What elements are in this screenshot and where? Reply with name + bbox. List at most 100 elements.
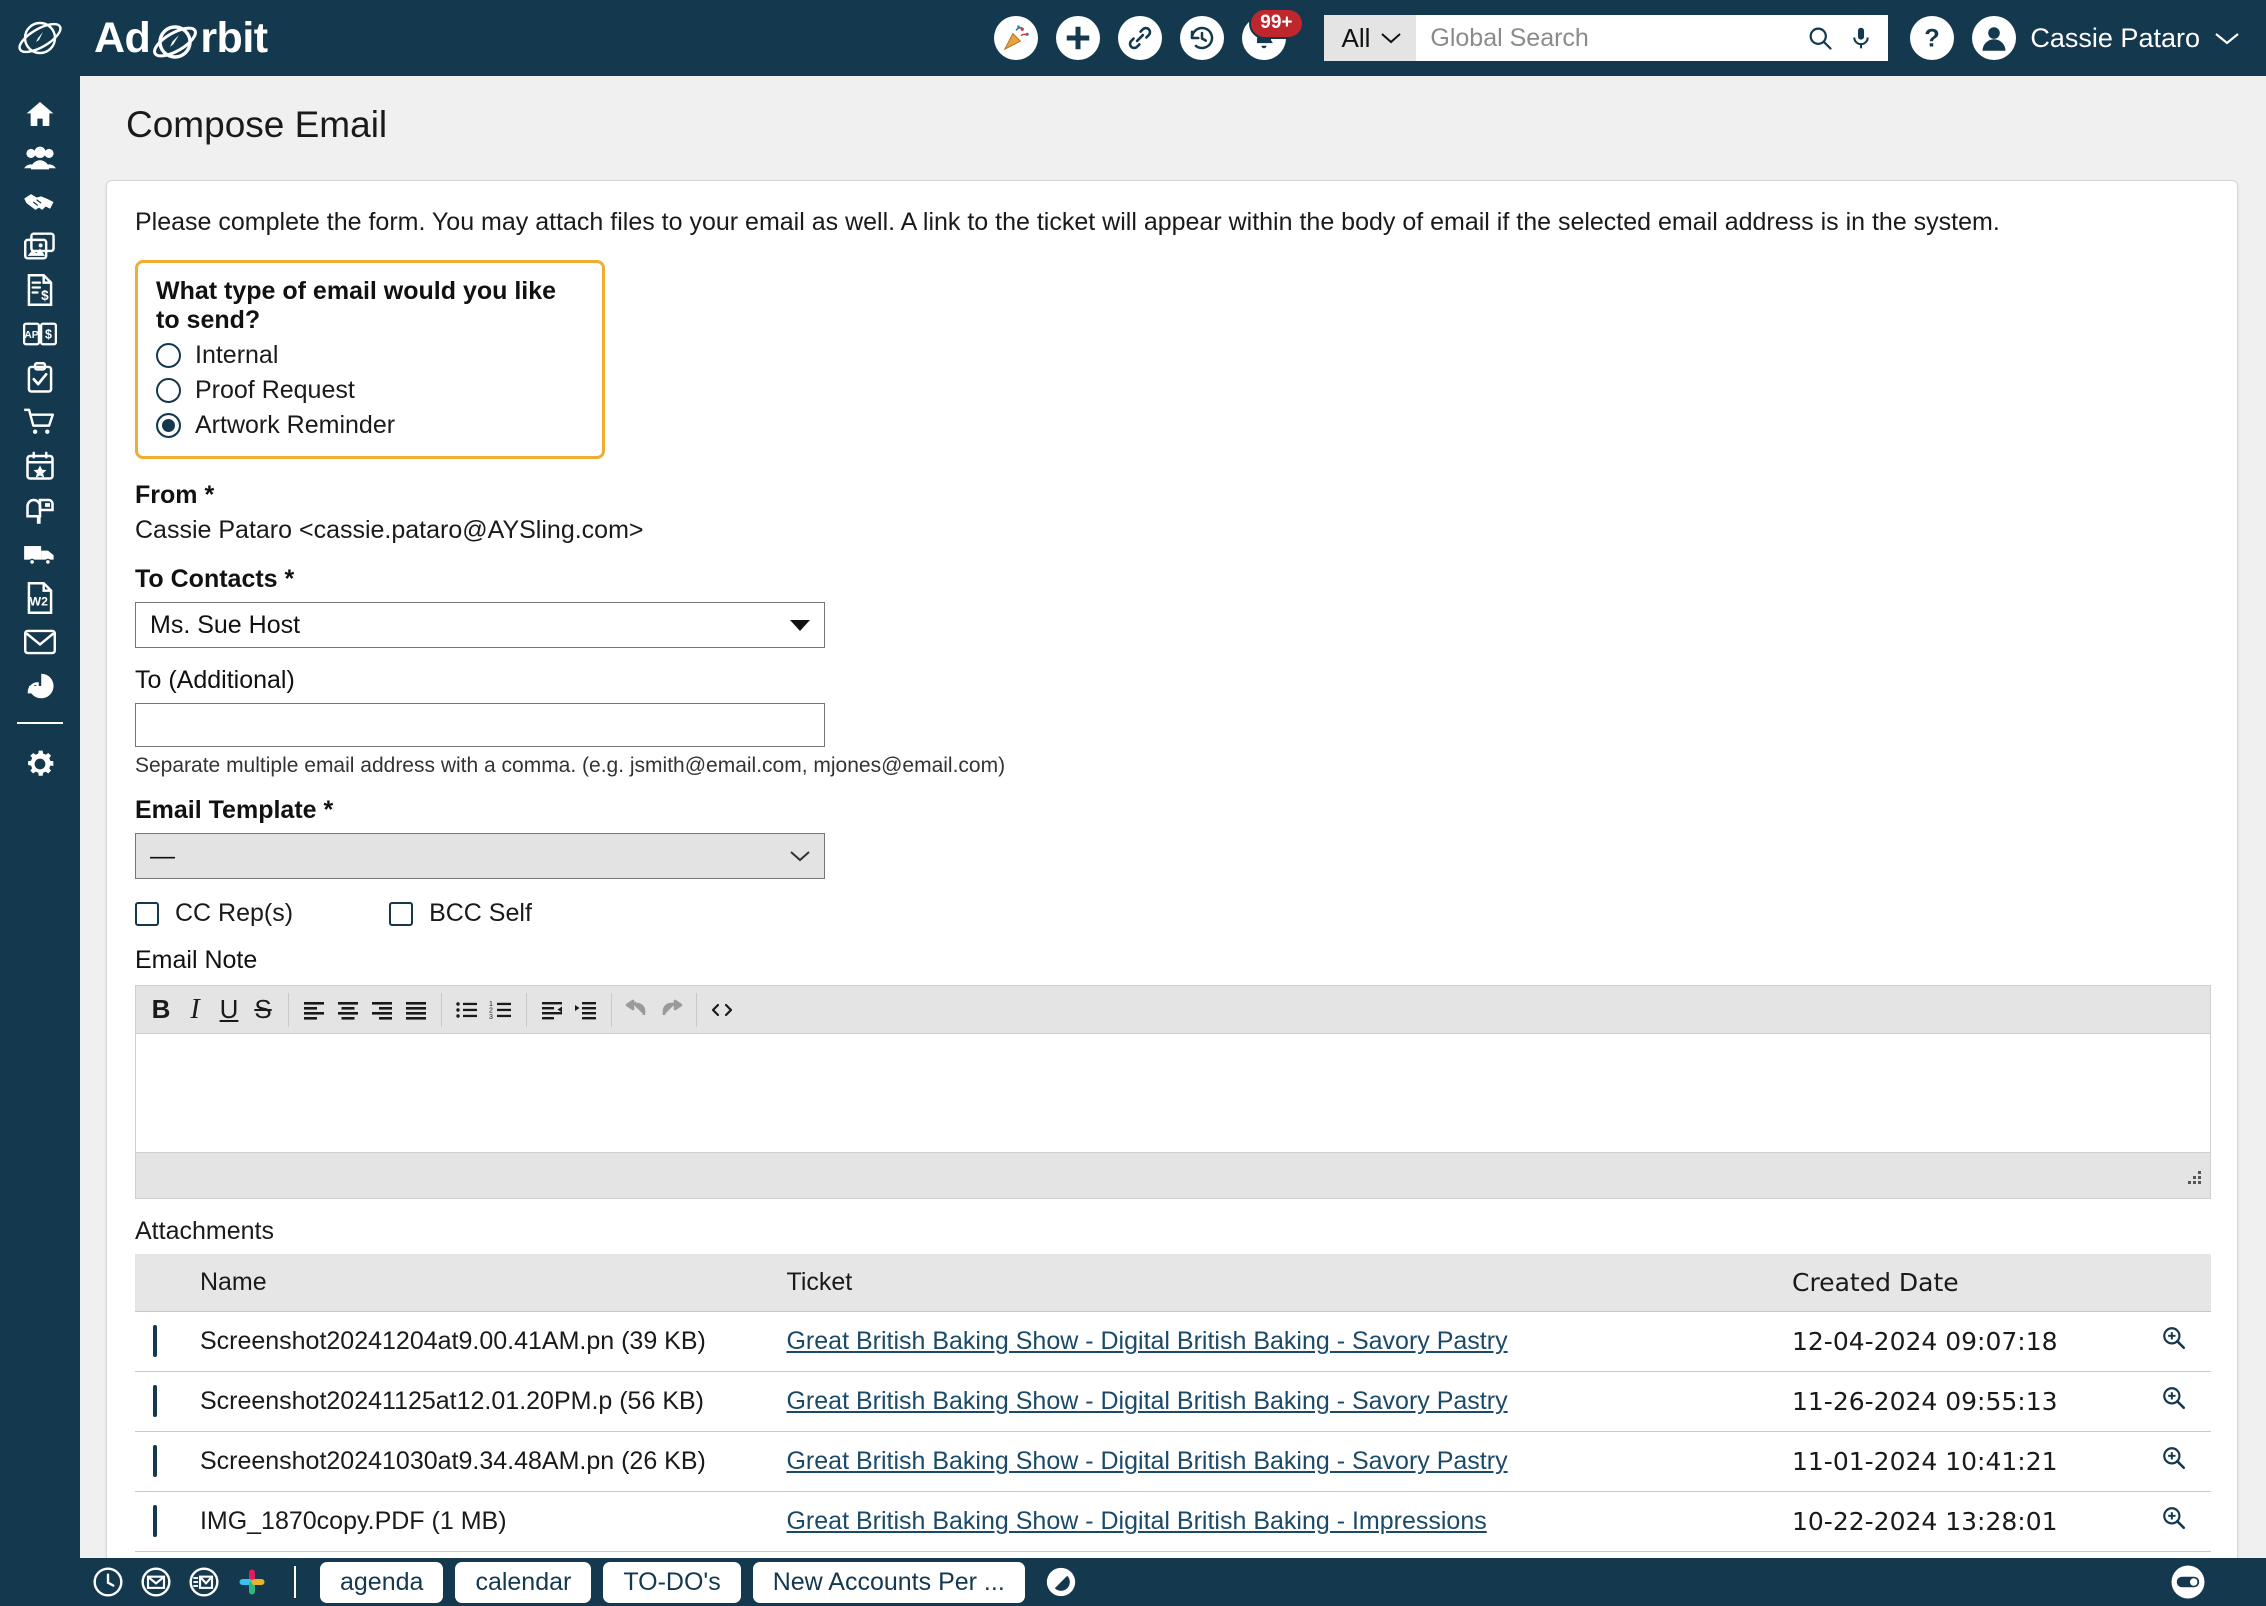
sidebar-item-distribution[interactable] <box>0 532 80 576</box>
email-template-label: Email Template * <box>135 796 2209 825</box>
cc-reps-checkbox-row[interactable]: CC Rep(s) <box>135 899 293 928</box>
bold-icon[interactable]: B <box>144 990 178 1030</box>
sidebar-item-accounts-payable[interactable]: AP $ <box>0 312 80 356</box>
align-justify-icon[interactable] <box>399 990 433 1030</box>
attachment-created-date: 10-22-2024 13:28:01 <box>1792 1492 2138 1552</box>
email-type-group: What type of email would you like to sen… <box>135 260 605 459</box>
user-menu[interactable]: Cassie Pataro <box>1972 16 2240 60</box>
slack-icon[interactable] <box>234 1564 270 1600</box>
table-row[interactable]: IMG_1870copy.PDF (1 MB) Great British Ba… <box>135 1492 2211 1552</box>
email-note-input[interactable] <box>136 1034 2210 1152</box>
strikethrough-icon[interactable]: S <box>246 990 280 1030</box>
sidebar-item-tasks[interactable] <box>0 356 80 400</box>
clock-icon[interactable] <box>90 1564 126 1600</box>
undo-icon[interactable] <box>620 990 654 1030</box>
sidebar-item-settings[interactable] <box>0 742 80 786</box>
envelope-circle-icon[interactable] <box>138 1564 174 1600</box>
search-icon[interactable] <box>1806 24 1834 52</box>
history-icon[interactable] <box>1180 16 1224 60</box>
ticket-link[interactable]: Great British Baking Show - Digital Brit… <box>786 1447 1507 1475</box>
underline-icon[interactable]: U <box>212 990 246 1030</box>
bcc-self-checkbox-row[interactable]: BCC Self <box>389 899 532 928</box>
notification-badge: 99+ <box>1249 8 1303 39</box>
row-checkbox[interactable] <box>153 1445 157 1477</box>
radio-option-proof-request[interactable]: Proof Request <box>156 376 584 405</box>
row-checkbox-cell[interactable] <box>135 1372 200 1432</box>
column-header-ticket[interactable]: Ticket <box>786 1254 1792 1312</box>
sidebar-item-events[interactable] <box>0 444 80 488</box>
row-checkbox[interactable] <box>153 1385 157 1417</box>
magnifier-plus-icon[interactable] <box>2161 1325 2187 1351</box>
ticket-link[interactable]: Great British Baking Show - Digital Brit… <box>786 1387 1507 1415</box>
microphone-icon[interactable] <box>1848 24 1874 52</box>
taskbar-tab-agenda[interactable]: agenda <box>320 1562 443 1603</box>
ticket-link[interactable]: Great British Baking Show - Digital Brit… <box>786 1507 1486 1535</box>
radio-option-artwork-reminder[interactable]: Artwork Reminder <box>156 411 584 440</box>
align-left-icon[interactable] <box>297 990 331 1030</box>
row-checkbox[interactable] <box>153 1325 157 1357</box>
source-code-icon[interactable] <box>705 990 739 1030</box>
row-checkbox-cell[interactable] <box>135 1312 200 1372</box>
email-template-select[interactable]: — <box>135 833 825 879</box>
indent-icon[interactable] <box>569 990 603 1030</box>
magnifier-plus-icon[interactable] <box>2161 1385 2187 1411</box>
redo-icon[interactable] <box>654 990 688 1030</box>
sidebar-item-sales[interactable] <box>0 180 80 224</box>
email-note-editor: B I U S <box>135 985 2211 1199</box>
bullet-list-icon[interactable] <box>450 990 484 1030</box>
pen-circle-icon[interactable] <box>1043 1564 1079 1600</box>
search-input[interactable] <box>1416 15 1806 61</box>
magnifier-plus-icon[interactable] <box>2161 1445 2187 1471</box>
link-icon[interactable] <box>1118 16 1162 60</box>
preview-cell[interactable] <box>2138 1372 2211 1432</box>
sidebar-item-media[interactable] <box>0 224 80 268</box>
row-checkbox[interactable] <box>153 1505 157 1537</box>
to-additional-input[interactable] <box>135 703 825 747</box>
attachment-name: Screenshot20241030at9.34.48AM.pn (26 KB) <box>200 1432 787 1492</box>
to-contacts-select[interactable]: Ms. Sue Host <box>135 602 825 648</box>
taskbar-tab-new-accounts[interactable]: New Accounts Per ... <box>753 1562 1025 1603</box>
align-center-icon[interactable] <box>331 990 365 1030</box>
toggle-switch-icon[interactable] <box>2170 1564 2206 1600</box>
align-right-icon[interactable] <box>365 990 399 1030</box>
numbered-list-icon[interactable]: 123 <box>484 990 518 1030</box>
app-logo[interactable] <box>0 0 80 76</box>
table-row[interactable]: Screenshot20241125at12.01.20PM.p (56 KB)… <box>135 1372 2211 1432</box>
row-checkbox-cell[interactable] <box>135 1492 200 1552</box>
editor-resize-grip[interactable] <box>2182 1167 2204 1194</box>
magnifier-plus-icon[interactable] <box>2161 1505 2187 1531</box>
preview-cell[interactable] <box>2138 1492 2211 1552</box>
sidebar-item-contacts[interactable] <box>0 136 80 180</box>
user-name-label: Cassie Pataro <box>2030 23 2200 54</box>
outdent-icon[interactable] <box>535 990 569 1030</box>
plus-icon[interactable] <box>1056 16 1100 60</box>
search-scope-dropdown[interactable]: All <box>1324 15 1417 61</box>
taskbar-tab-calendar[interactable]: calendar <box>455 1562 591 1603</box>
to-additional-hint: Separate multiple email address with a c… <box>135 754 2209 778</box>
radio-option-internal[interactable]: Internal <box>156 341 584 370</box>
sidebar-item-email[interactable] <box>0 620 80 664</box>
invoice-dollar-icon: $ <box>26 274 54 306</box>
sidebar-item-invoices[interactable]: $ <box>0 268 80 312</box>
taskbar-tab-todos[interactable]: TO-DO's <box>603 1562 740 1603</box>
sidebar-item-mailbox[interactable] <box>0 488 80 532</box>
row-checkbox-cell[interactable] <box>135 1432 200 1492</box>
sidebar-item-reports[interactable] <box>0 664 80 708</box>
user-avatar-icon <box>1972 16 2016 60</box>
column-header-created-date[interactable]: Created Date <box>1792 1254 2138 1312</box>
italic-icon[interactable]: I <box>178 990 212 1030</box>
sidebar-item-orders[interactable] <box>0 400 80 444</box>
table-row[interactable]: Screenshot20241204at9.00.41AM.pn (39 KB)… <box>135 1312 2211 1372</box>
question-mark-icon[interactable]: ? <box>1910 16 1954 60</box>
sidebar-item-w2[interactable]: W2 <box>0 576 80 620</box>
preview-cell[interactable] <box>2138 1312 2211 1372</box>
bell-icon[interactable]: 99+ <box>1242 16 1286 60</box>
celebration-icon[interactable] <box>994 16 1038 60</box>
radio-circle-proof-request <box>156 378 181 403</box>
preview-cell[interactable] <box>2138 1432 2211 1492</box>
ticket-link[interactable]: Great British Baking Show - Digital Brit… <box>786 1327 1507 1355</box>
sidebar-item-home[interactable] <box>0 92 80 136</box>
envelope-list-icon[interactable] <box>186 1564 222 1600</box>
column-header-name[interactable]: Name <box>200 1254 787 1312</box>
table-row[interactable]: Screenshot20241030at9.34.48AM.pn (26 KB)… <box>135 1432 2211 1492</box>
